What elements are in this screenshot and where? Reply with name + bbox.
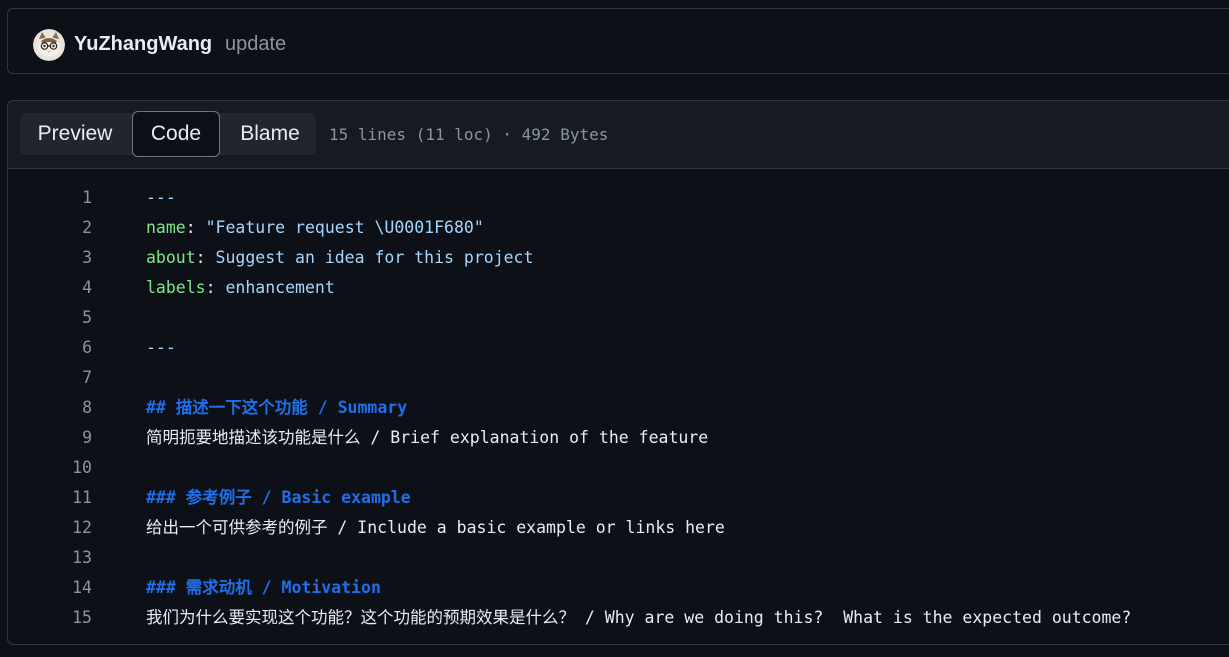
code-line: 14 ### 需求动机 / Motivation — [8, 573, 1229, 603]
code-line: 10 — [8, 453, 1229, 483]
latest-commit-bar: YuZhangWang update — [7, 8, 1229, 74]
line-content: 我们为什么要实现这个功能？这个功能的预期效果是什么？ / Why are we … — [146, 603, 1131, 633]
code-token: ### 参考例子 / Basic example — [146, 488, 411, 507]
file-line-count: 15 lines (11 loc) · 492 Bytes — [329, 125, 609, 144]
line-content: ### 参考例子 / Basic example — [146, 483, 411, 513]
line-content: 简明扼要地描述该功能是什么 / Brief explanation of the… — [146, 423, 708, 453]
line-number[interactable]: 9 — [8, 423, 92, 453]
line-number[interactable]: 15 — [8, 603, 92, 633]
code-tab[interactable]: Code — [132, 111, 220, 157]
code-line: 7 — [8, 363, 1229, 393]
code-token: ### 需求动机 / Motivation — [146, 578, 381, 597]
code-token: about — [146, 248, 196, 267]
code-line: 6 --- — [8, 333, 1229, 363]
code-token: : — [205, 278, 226, 297]
code-line: 1 --- — [8, 183, 1229, 213]
line-content: 给出一个可供参考的例子 / Include a basic example or… — [146, 513, 725, 543]
code-line: 15 我们为什么要实现这个功能？这个功能的预期效果是什么？ / Why are w… — [8, 603, 1229, 633]
line-content: ### 需求动机 / Motivation — [146, 573, 381, 603]
code-token: 给出一个可供参考的例子 / Include a basic example or… — [146, 518, 725, 537]
blame-tab[interactable]: Blame — [224, 113, 316, 155]
code-line: 9 简明扼要地描述该功能是什么 / Brief explanation of th… — [8, 423, 1229, 453]
code-line: 3 about: Suggest an idea for this project — [8, 243, 1229, 273]
line-content: ## 描述一下这个功能 / Summary — [146, 393, 407, 423]
file-header: Preview Code Blame 15 lines (11 loc) · 4… — [8, 101, 1229, 169]
code-line: 13 — [8, 543, 1229, 573]
line-number[interactable]: 8 — [8, 393, 92, 423]
line-content: --- — [146, 183, 176, 213]
line-number[interactable]: 7 — [8, 363, 92, 393]
code-token: Suggest an idea for this project — [215, 248, 534, 267]
line-number[interactable]: 10 — [8, 453, 92, 483]
code-token: labels — [146, 278, 206, 297]
commit-message-link[interactable]: update — [225, 33, 286, 56]
line-content: --- — [146, 333, 176, 363]
line-number[interactable]: 6 — [8, 333, 92, 363]
line-number[interactable]: 5 — [8, 303, 92, 333]
code-line: 4 labels: enhancement — [8, 273, 1229, 303]
file-viewer: Preview Code Blame 15 lines (11 loc) · 4… — [7, 100, 1229, 645]
preview-tab[interactable]: Preview — [20, 113, 130, 155]
code-token: : — [185, 218, 206, 237]
code-line: 2 name: "Feature request \U0001F680" — [8, 213, 1229, 243]
line-number[interactable]: 2 — [8, 213, 92, 243]
code-token: ## 描述一下这个功能 / Summary — [146, 398, 408, 417]
code-token: name — [146, 218, 186, 237]
line-number[interactable]: 11 — [8, 483, 92, 513]
line-number[interactable]: 12 — [8, 513, 92, 543]
line-content: name: "Feature request \U0001F680" — [146, 213, 484, 243]
line-content: labels: enhancement — [146, 273, 335, 303]
code-token: --- — [146, 188, 176, 207]
code-token: 简明扼要地描述该功能是什么 / Brief explanation of the… — [146, 428, 709, 447]
code-token: 我们为什么要实现这个功能？这个功能的预期效果是什么？ / Why are we … — [146, 608, 1132, 627]
line-number[interactable]: 4 — [8, 273, 92, 303]
line-content: about: Suggest an idea for this project — [146, 243, 533, 273]
code-listing[interactable]: 1 --- 2 name: "Feature request \U0001F680" 3… — [8, 183, 1229, 633]
line-number[interactable]: 13 — [8, 543, 92, 573]
code-token: --- — [146, 338, 176, 357]
author-avatar[interactable] — [33, 29, 65, 61]
cat-avatar-icon — [33, 29, 65, 61]
code-token: "Feature request \U0001F680" — [205, 218, 484, 237]
line-number[interactable]: 1 — [8, 183, 92, 213]
line-number[interactable]: 3 — [8, 243, 92, 273]
code-line: 12 给出一个可供参考的例子 / Include a basic example … — [8, 513, 1229, 543]
code-line: 11 ### 参考例子 / Basic example — [8, 483, 1229, 513]
commit-author-link[interactable]: YuZhangWang — [74, 33, 212, 56]
code-token: : — [195, 248, 216, 267]
code-line: 8 ## 描述一下这个功能 / Summary — [8, 393, 1229, 423]
code-token: enhancement — [225, 278, 335, 297]
line-number[interactable]: 14 — [8, 573, 92, 603]
view-mode-toggle: Preview Code Blame — [20, 111, 316, 157]
code-line: 5 — [8, 303, 1229, 333]
